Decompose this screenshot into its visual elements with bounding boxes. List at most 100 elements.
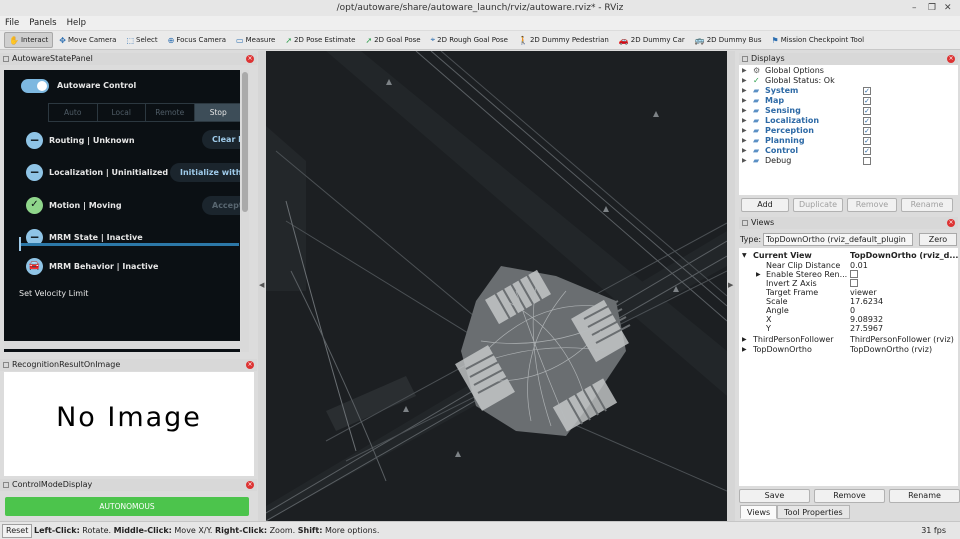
clear-route-button[interactable]: Clear R: [202, 130, 240, 149]
left-splitter[interactable]: ◀: [258, 51, 266, 521]
tree-item-map[interactable]: ▶ ▰ Map ✓: [739, 96, 958, 106]
close-window-button[interactable]: ✕: [944, 0, 952, 16]
prop-row[interactable]: Near Clip Distance 0.01: [739, 261, 958, 270]
collapse-icon[interactable]: ▼: [742, 251, 747, 260]
tree-item-system[interactable]: ▶ ▰ System ✓: [739, 86, 958, 96]
expand-icon[interactable]: ▶: [742, 156, 747, 166]
tool-move-camera[interactable]: ✥ Move Camera: [55, 32, 120, 48]
expand-icon[interactable]: ▶: [742, 146, 747, 156]
tool-2d-dummy-pedestrian[interactable]: 🚶 2D Dummy Pedestrian: [514, 32, 613, 48]
3d-render-view[interactable]: [266, 51, 727, 521]
autoware-control-toggle[interactable]: [21, 79, 49, 93]
prop-row[interactable]: Scale 17.6234: [739, 297, 958, 306]
panel-grip-icon[interactable]: [742, 220, 748, 226]
expand-icon[interactable]: ▶: [742, 86, 747, 96]
expand-icon[interactable]: ▶: [756, 270, 761, 279]
rename-view-button[interactable]: Rename: [889, 489, 960, 503]
prop-row[interactable]: Target Frame viewer: [739, 288, 958, 297]
collapse-left-icon[interactable]: ◀: [259, 281, 264, 289]
duplicate-display-button[interactable]: Duplicate: [793, 198, 843, 212]
maximize-button[interactable]: ❐: [928, 0, 936, 16]
initialize-localization-button[interactable]: Initialize with: [170, 163, 240, 182]
expand-icon[interactable]: ▶: [742, 76, 747, 86]
tab-tool-properties[interactable]: Tool Properties: [777, 505, 850, 519]
mode-stop-button[interactable]: Stop: [194, 104, 240, 121]
right-splitter[interactable]: ▶: [727, 51, 735, 521]
tool-measure[interactable]: ▭ Measure: [232, 32, 279, 48]
saved-view-row[interactable]: ▶ ThirdPersonFollower ThirdPersonFollower …: [739, 335, 958, 344]
visibility-checkbox[interactable]: ✓: [863, 97, 871, 105]
scroll-thumb[interactable]: [242, 72, 248, 212]
prop-row[interactable]: Y 27.5967: [739, 324, 958, 333]
minimize-button[interactable]: –: [912, 0, 917, 16]
tree-item-localization[interactable]: ▶ ▰ Localization ✓: [739, 116, 958, 126]
expand-icon[interactable]: ▶: [742, 345, 747, 354]
state-panel-hscroll[interactable]: [4, 341, 241, 349]
close-icon[interactable]: ×: [246, 361, 254, 369]
zero-view-button[interactable]: Zero: [919, 233, 957, 246]
tool-2d-rough-goal-pose[interactable]: ⌖ 2D Rough Goal Pose: [427, 32, 512, 48]
menu-panels[interactable]: Panels: [29, 16, 56, 30]
panel-grip-icon[interactable]: [3, 362, 9, 368]
rename-display-button[interactable]: Rename: [901, 198, 953, 212]
remove-view-button[interactable]: Remove: [814, 489, 885, 503]
tool-2d-goal-pose[interactable]: ➚ 2D Goal Pose: [361, 32, 424, 48]
collapse-right-icon[interactable]: ▶: [728, 281, 733, 289]
expand-icon[interactable]: ▶: [742, 96, 747, 106]
prop-row[interactable]: ▶ Enable Stereo Ren...: [739, 270, 958, 279]
tree-item-perception[interactable]: ▶ ▰ Perception ✓: [739, 126, 958, 136]
expand-icon[interactable]: ▶: [742, 116, 747, 126]
mode-local-button[interactable]: Local: [98, 104, 146, 121]
panel-grip-icon[interactable]: [3, 56, 9, 62]
tool-2d-pose-estimate[interactable]: ➚ 2D Pose Estimate: [281, 32, 359, 48]
visibility-checkbox[interactable]: ✓: [863, 117, 871, 125]
tool-interact[interactable]: ✋ Interact: [4, 32, 54, 48]
mode-remote-button[interactable]: Remote: [146, 104, 195, 121]
remove-display-button[interactable]: Remove: [847, 198, 897, 212]
tool-2d-dummy-car[interactable]: 🚗 2D Dummy Car: [615, 32, 689, 48]
state-panel-vscroll[interactable]: [241, 70, 249, 352]
close-icon[interactable]: ×: [246, 481, 254, 489]
tool-mission-checkpoint[interactable]: ⚑ Mission Checkpoint Tool: [768, 32, 869, 48]
tree-item-control[interactable]: ▶ ▰ Control ✓: [739, 146, 958, 156]
invert-z-checkbox[interactable]: [850, 279, 858, 287]
visibility-checkbox[interactable]: ✓: [863, 147, 871, 155]
reset-button[interactable]: Reset: [2, 524, 33, 538]
menu-help[interactable]: Help: [67, 16, 86, 30]
expand-icon[interactable]: ▶: [742, 335, 747, 344]
expand-icon[interactable]: ▶: [742, 126, 747, 136]
close-icon[interactable]: ×: [246, 55, 254, 63]
tree-item-planning[interactable]: ▶ ▰ Planning ✓: [739, 136, 958, 146]
prop-row[interactable]: Invert Z Axis: [739, 279, 958, 288]
tree-item-debug[interactable]: ▶ ▰ Debug: [739, 156, 958, 166]
prop-row[interactable]: Angle 0: [739, 306, 958, 315]
add-display-button[interactable]: Add: [741, 198, 789, 212]
stereo-checkbox[interactable]: [850, 270, 858, 278]
velocity-slider-handle[interactable]: [19, 237, 21, 251]
visibility-checkbox[interactable]: [863, 157, 871, 165]
tree-item-sensing[interactable]: ▶ ▰ Sensing ✓: [739, 106, 958, 116]
saved-view-row[interactable]: ▶ TopDownOrtho TopDownOrtho (rviz): [739, 345, 958, 354]
tool-select[interactable]: ⬚ Select: [122, 32, 161, 48]
visibility-checkbox[interactable]: ✓: [863, 107, 871, 115]
expand-icon[interactable]: ▶: [742, 106, 747, 116]
visibility-checkbox[interactable]: ✓: [863, 127, 871, 135]
menu-file[interactable]: File: [5, 16, 19, 30]
visibility-checkbox[interactable]: ✓: [863, 87, 871, 95]
current-view-row[interactable]: ▼ Current View TopDownOrtho (rviz_d...: [739, 251, 958, 260]
prop-row[interactable]: X 9.08932: [739, 315, 958, 324]
expand-icon[interactable]: ▶: [742, 136, 747, 146]
view-type-select[interactable]: TopDownOrtho (rviz_default_plugin: [763, 233, 913, 246]
tab-views[interactable]: Views: [740, 505, 778, 519]
velocity-limit-slider[interactable]: [19, 243, 239, 246]
tool-focus-camera[interactable]: ⊕ Focus Camera: [164, 32, 230, 48]
panel-grip-icon[interactable]: [742, 56, 748, 62]
mode-auto-button[interactable]: Auto: [49, 104, 98, 121]
save-view-button[interactable]: Save: [739, 489, 810, 503]
accept-start-button[interactable]: Accept: [202, 196, 240, 215]
panel-grip-icon[interactable]: [3, 482, 9, 488]
expand-icon[interactable]: ▶: [742, 66, 747, 76]
close-icon[interactable]: ×: [947, 219, 955, 227]
visibility-checkbox[interactable]: ✓: [863, 137, 871, 145]
close-icon[interactable]: ×: [947, 55, 955, 63]
